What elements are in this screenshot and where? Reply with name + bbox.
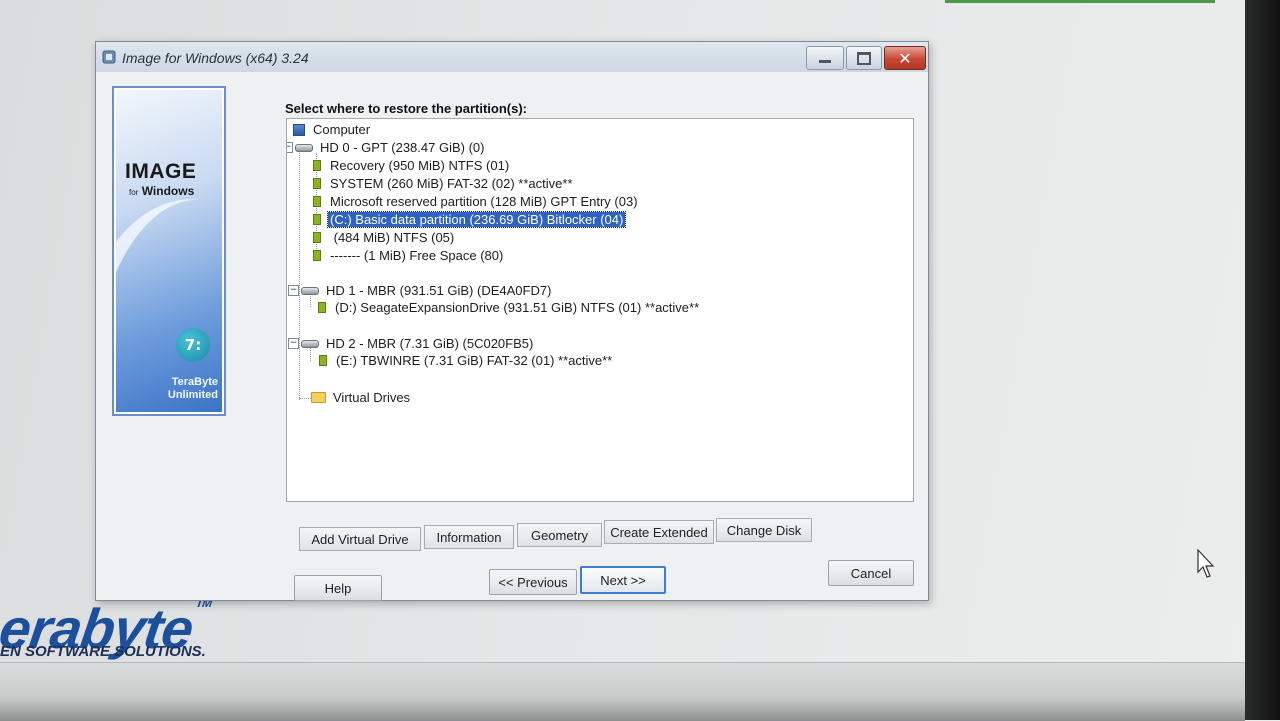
tree-node-label: ------- (1 MiB) Free Space (80) [330,248,504,263]
tree-node-disk[interactable]: − HD 2 - MBR (7.31 GiB) (5C020FB5) [288,335,535,352]
partition-tree[interactable]: Computer − HD 0 - GPT (238.47 GiB) (0) R… [286,118,914,502]
minimize-button[interactable] [806,46,844,70]
previous-button[interactable]: << Previous [489,569,577,595]
tree-node-label: (C:) Basic data partition (236.69 GiB) B… [326,211,627,228]
tree-node-partition[interactable]: (E:) TBWINRE (7.31 GiB) FAT-32 (01) **ac… [319,352,614,369]
next-button[interactable]: Next >> [580,566,666,594]
computer-icon [293,123,305,136]
hard-disk-icon [301,339,319,348]
collapse-icon[interactable]: − [288,285,299,296]
company-line-2: Unlimited [167,389,218,401]
minimize-icon [819,59,831,63]
background-brand-tagline: EN SOFTWARE SOLUTIONS. [0,643,206,660]
tree-node-label: (D:) SeagateExpansionDrive (931.51 GiB) … [335,300,700,315]
tree-node-label: HD 2 - MBR (7.31 GiB) (5C020FB5) [326,336,534,351]
window-title: Image for Windows (x64) 3.24 [122,50,309,66]
banner-company: TeraByte Unlimited [128,376,218,402]
partition-icon [313,214,321,225]
tree-node-label: Virtual Drives [333,390,411,405]
tree-node-disk[interactable]: − HD 1 - MBR (931.51 GiB) (DE4A0FD7) [288,282,553,299]
tree-node-partition[interactable]: (484 MiB) NTFS (05) [313,229,456,246]
tree-node-label: Computer [313,122,371,137]
monitor-bezel-right [1245,0,1280,720]
banner-product-name: IMAGE [125,160,197,183]
hard-disk-icon [295,143,313,152]
app-window: Image for Windows (x64) 3.24 ✕ IMAGE for… [95,41,929,601]
partition-icon [313,196,321,207]
tree-node-partition-selected[interactable]: (C:) Basic data partition (236.69 GiB) B… [313,211,627,228]
tree-node-label: Microsoft reserved partition (128 MiB) G… [330,194,638,209]
banner-for-text: for [129,188,139,197]
restore-prompt: Select where to restore the partition(s)… [285,101,527,116]
background-green-strip [945,0,1215,3]
tree-node-partition[interactable]: (D:) SeagateExpansionDrive (931.51 GiB) … [318,299,701,316]
tree-node-label: HD 1 - MBR (931.51 GiB) (DE4A0FD7) [326,283,552,298]
tree-node-partition[interactable]: SYSTEM (260 MiB) FAT-32 (02) **active** [313,175,575,192]
mouse-cursor-icon [1197,549,1215,578]
create-extended-button[interactable]: Create Extended [604,520,714,544]
terabyte-logo-icon: 7: [176,328,210,362]
tree-node-label: Recovery (950 MiB) NTFS (01) [330,158,510,173]
company-line-1: TeraByte [171,376,218,388]
partition-icon [318,302,326,313]
information-button[interactable]: Information [424,525,514,549]
folder-icon [311,392,326,403]
hard-disk-icon [301,286,319,295]
tree-node-label: (484 MiB) NTFS (05) [330,230,455,245]
tree-line-root [299,145,300,400]
tree-node-virtual-drives[interactable]: Virtual Drives [311,389,412,406]
close-icon: ✕ [898,48,912,68]
tree-node-disk[interactable]: − HD 0 - GPT (238.47 GiB) (0) [287,139,486,156]
collapse-icon[interactable]: − [287,142,293,153]
geometry-button[interactable]: Geometry [517,523,602,547]
change-disk-button[interactable]: Change Disk [716,518,812,542]
app-icon [102,50,116,64]
partition-icon [313,160,321,171]
partition-icon [313,178,321,189]
tree-node-label: SYSTEM (260 MiB) FAT-32 (02) **active** [330,176,573,191]
partition-icon [313,232,321,243]
add-virtual-drive-button[interactable]: Add Virtual Drive [299,527,421,551]
product-banner: IMAGE for Windows 7: TeraByte Unlimited [112,86,226,416]
maximize-button[interactable] [846,46,882,70]
monitor-bezel-bottom [0,662,1245,721]
title-bar[interactable]: Image for Windows (x64) 3.24 ✕ [96,42,928,72]
help-button[interactable]: Help [294,575,382,601]
close-button[interactable]: ✕ [884,46,926,70]
terabyte-logo-glyph: 7: [184,336,202,354]
maximize-icon [857,51,871,65]
cancel-button[interactable]: Cancel [828,560,914,586]
tree-line-virtual [299,398,311,399]
tree-node-partition[interactable]: Recovery (950 MiB) NTFS (01) [313,157,511,174]
tree-node-label: HD 0 - GPT (238.47 GiB) (0) [320,140,485,155]
collapse-icon[interactable]: − [288,338,299,349]
dialog-client-area: IMAGE for Windows 7: TeraByte Unlimited … [104,72,920,601]
tree-node-computer[interactable]: Computer [293,121,372,138]
partition-icon [313,250,321,261]
banner-product-sub: for Windows [129,184,194,198]
banner-windows-text: Windows [141,184,195,198]
partition-icon [319,355,327,366]
tree-node-label: (E:) TBWINRE (7.31 GiB) FAT-32 (01) **ac… [336,353,613,368]
tree-node-partition[interactable]: ------- (1 MiB) Free Space (80) [313,247,505,264]
tree-node-partition[interactable]: Microsoft reserved partition (128 MiB) G… [313,193,640,210]
